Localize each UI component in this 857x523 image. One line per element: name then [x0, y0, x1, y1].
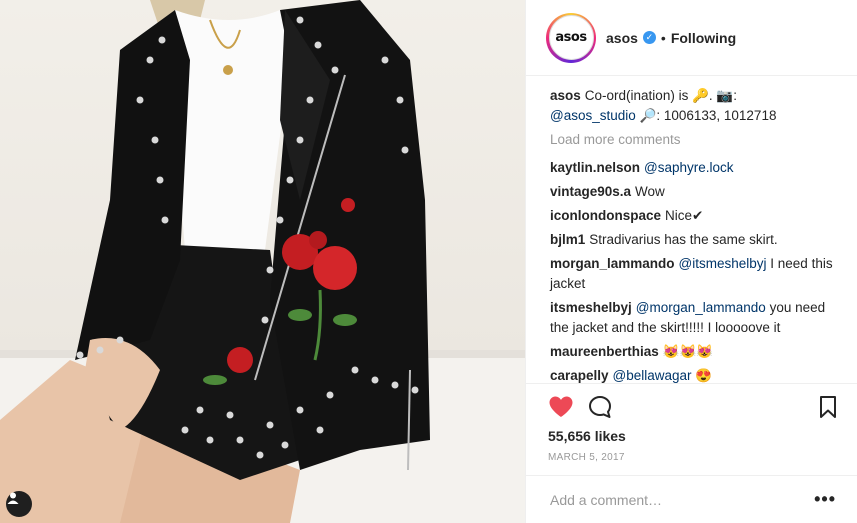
header-separator: • [660, 29, 666, 46]
bookmark-icon[interactable] [818, 395, 838, 419]
comment-text: 😍 [695, 368, 713, 383]
caption-username[interactable]: asos [550, 88, 581, 103]
comment-mention[interactable]: @saphyre.lock [644, 160, 734, 175]
following-button[interactable]: Following [671, 30, 736, 46]
comment-text: 😻😻😻 [662, 344, 714, 359]
comment-username[interactable]: iconlondonspace [550, 208, 661, 223]
post-photo[interactable] [0, 0, 525, 523]
likes-count[interactable]: 55,656 likes [548, 428, 857, 444]
comment-mention[interactable]: @bellawagar [613, 368, 692, 383]
comment-text: Wow [635, 184, 665, 199]
comment-bubble-icon[interactable] [588, 395, 612, 419]
post-sidebar: asos asos ✓ • Following asos Co-ord(inati… [525, 0, 857, 523]
verified-badge-icon: ✓ [642, 31, 656, 44]
heart-icon[interactable] [548, 395, 574, 419]
caption-mention[interactable]: @asos_studio [550, 108, 636, 123]
comment-username[interactable]: carapelly [550, 368, 609, 383]
comment-item: maureenberthias 😻😻😻 [550, 342, 846, 362]
post-actions: 55,656 likes MARCH 5, 2017 [526, 383, 857, 479]
comment-mention[interactable]: @itsmeshelbyj [679, 256, 767, 271]
comment-item: vintage90s.a Wow [550, 182, 846, 202]
comments-section: asos Co-ord(ination) is 🔑. 📷: @asos_studi… [550, 86, 846, 390]
post-header: asos asos ✓ • Following [526, 0, 857, 76]
comment-text: Nice✔ [665, 208, 704, 223]
comment-username[interactable]: maureenberthias [550, 344, 659, 359]
comment-username[interactable]: kaytlin.nelson [550, 160, 640, 175]
caption-text: Co-ord(ination) is 🔑. 📷: [584, 88, 737, 103]
header-username[interactable]: asos [606, 30, 638, 46]
comment-item: morgan_lammando @itsmeshelbyj I need this… [550, 254, 846, 294]
comment-item: itsmeshelbyj @morgan_lammando you need th… [550, 298, 846, 338]
caption: asos Co-ord(ination) is 🔑. 📷: @asos_studi… [550, 86, 846, 126]
add-comment-input[interactable] [550, 491, 815, 508]
user-tag-icon[interactable] [6, 491, 32, 517]
caption-text-suffix: 🔎: 1006133, 1012718 [639, 108, 777, 123]
comment-text: Stradivarius has the same skirt. [589, 232, 778, 247]
avatar-logo-text: asos [555, 30, 587, 45]
avatar[interactable]: asos [546, 12, 596, 63]
post-date: MARCH 5, 2017 [548, 452, 625, 463]
outfit-illustration [0, 0, 525, 523]
more-options-icon[interactable]: ••• [814, 489, 836, 510]
comment-list: kaytlin.nelson @saphyre.lock vintage90s.a… [550, 158, 846, 386]
load-more-comments-link[interactable]: Load more comments [550, 130, 846, 150]
comment-item: kaytlin.nelson @saphyre.lock [550, 158, 846, 178]
comment-mention[interactable]: @morgan_lammando [636, 300, 766, 315]
comment-item: iconlondonspace Nice✔ [550, 206, 846, 226]
comment-username[interactable]: bjlm1 [550, 232, 585, 247]
comment-username[interactable]: morgan_lammando [550, 256, 675, 271]
add-comment-bar: ••• [526, 475, 857, 523]
comment-item: bjlm1 Stradivarius has the same skirt. [550, 230, 846, 250]
comment-username[interactable]: itsmeshelbyj [550, 300, 632, 315]
comment-username[interactable]: vintage90s.a [550, 184, 631, 199]
